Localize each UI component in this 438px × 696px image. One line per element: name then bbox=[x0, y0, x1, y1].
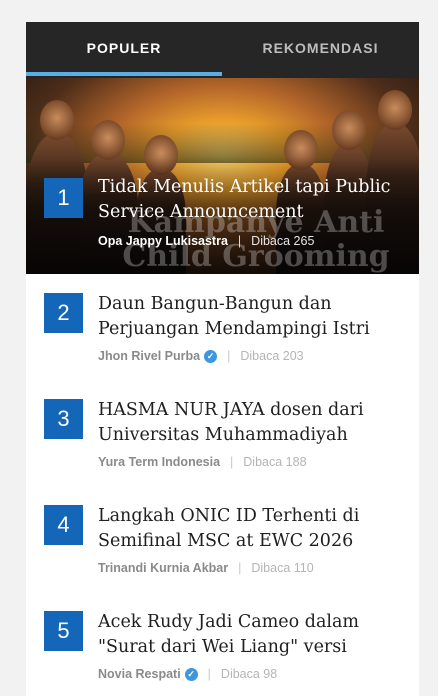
list-item[interactable]: 5 Acek Rudy Jadi Cameo dalam "Surat dari… bbox=[26, 592, 419, 696]
read-count: Dibaca 110 bbox=[251, 561, 314, 575]
meta-separator: | bbox=[230, 455, 234, 469]
rank-badge: 1 bbox=[44, 178, 83, 218]
read-count: Dibaca 188 bbox=[243, 455, 307, 469]
author-name-link[interactable]: Trinandi Kurnia Akbar bbox=[98, 561, 228, 575]
article-meta: Trinandi Kurnia Akbar | Dibaca 110 bbox=[98, 559, 314, 577]
verified-check-icon: ✓ bbox=[184, 668, 198, 681]
popular-articles-widget: POPULER REKOMENDASI Kampanye Anti Child … bbox=[26, 22, 419, 696]
author-name-link[interactable]: Jhon Rivel Purba bbox=[98, 349, 200, 363]
tab-bar: POPULER REKOMENDASI bbox=[26, 22, 419, 78]
article-meta: Jhon Rivel Purba ✓ | Dibaca 203 bbox=[98, 347, 304, 365]
article-title-link[interactable]: Daun Bangun-Bangun dan Perjuangan Mendam… bbox=[98, 292, 413, 342]
rank-badge: 5 bbox=[44, 611, 83, 651]
author-name-link[interactable]: Opa Jappy Lukisastra bbox=[98, 234, 228, 248]
list-item[interactable]: 4 Langkah ONIC ID Terhenti di Semifinal … bbox=[26, 486, 419, 592]
article-meta: Yura Term Indonesia | Dibaca 188 bbox=[98, 453, 307, 471]
author-name-link[interactable]: Novia Respati bbox=[98, 667, 181, 681]
read-count: Dibaca 98 bbox=[220, 667, 278, 681]
tab-rekomendasi[interactable]: REKOMENDASI bbox=[222, 22, 419, 74]
meta-separator: | bbox=[207, 667, 211, 681]
active-tab-indicator bbox=[26, 72, 222, 76]
article-title-link[interactable]: Acek Rudy Jadi Cameo dalam "Surat dari W… bbox=[98, 610, 413, 660]
meta-separator: | bbox=[238, 561, 242, 575]
read-count: Dibaca 265 bbox=[251, 234, 315, 248]
article-title-link[interactable]: Tidak Menulis Artikel tapi Public Servic… bbox=[98, 175, 413, 225]
rank-badge: 2 bbox=[44, 293, 83, 333]
read-count: Dibaca 203 bbox=[240, 349, 304, 363]
article-meta: Novia Respati ✓ | Dibaca 98 bbox=[98, 665, 277, 683]
rank-badge: 3 bbox=[44, 399, 83, 439]
tab-populer[interactable]: POPULER bbox=[26, 22, 222, 74]
list-item[interactable]: 2 Daun Bangun-Bangun dan Perjuangan Mend… bbox=[26, 274, 419, 380]
verified-check-icon: ✓ bbox=[204, 350, 218, 363]
meta-separator: | bbox=[237, 234, 242, 248]
meta-separator: | bbox=[227, 349, 231, 363]
featured-article[interactable]: Kampanye Anti Child Grooming 1 Tidak Men… bbox=[26, 78, 419, 274]
author-name-link[interactable]: Yura Term Indonesia bbox=[98, 455, 220, 469]
article-meta: Opa Jappy Lukisastra | Dibaca 265 bbox=[98, 232, 314, 250]
list-item[interactable]: 3 HASMA NUR JAYA dosen dari Universitas … bbox=[26, 380, 419, 486]
rank-badge: 4 bbox=[44, 505, 83, 545]
article-title-link[interactable]: HASMA NUR JAYA dosen dari Universitas Mu… bbox=[98, 398, 413, 448]
article-title-link[interactable]: Langkah ONIC ID Terhenti di Semifinal MS… bbox=[98, 504, 413, 554]
